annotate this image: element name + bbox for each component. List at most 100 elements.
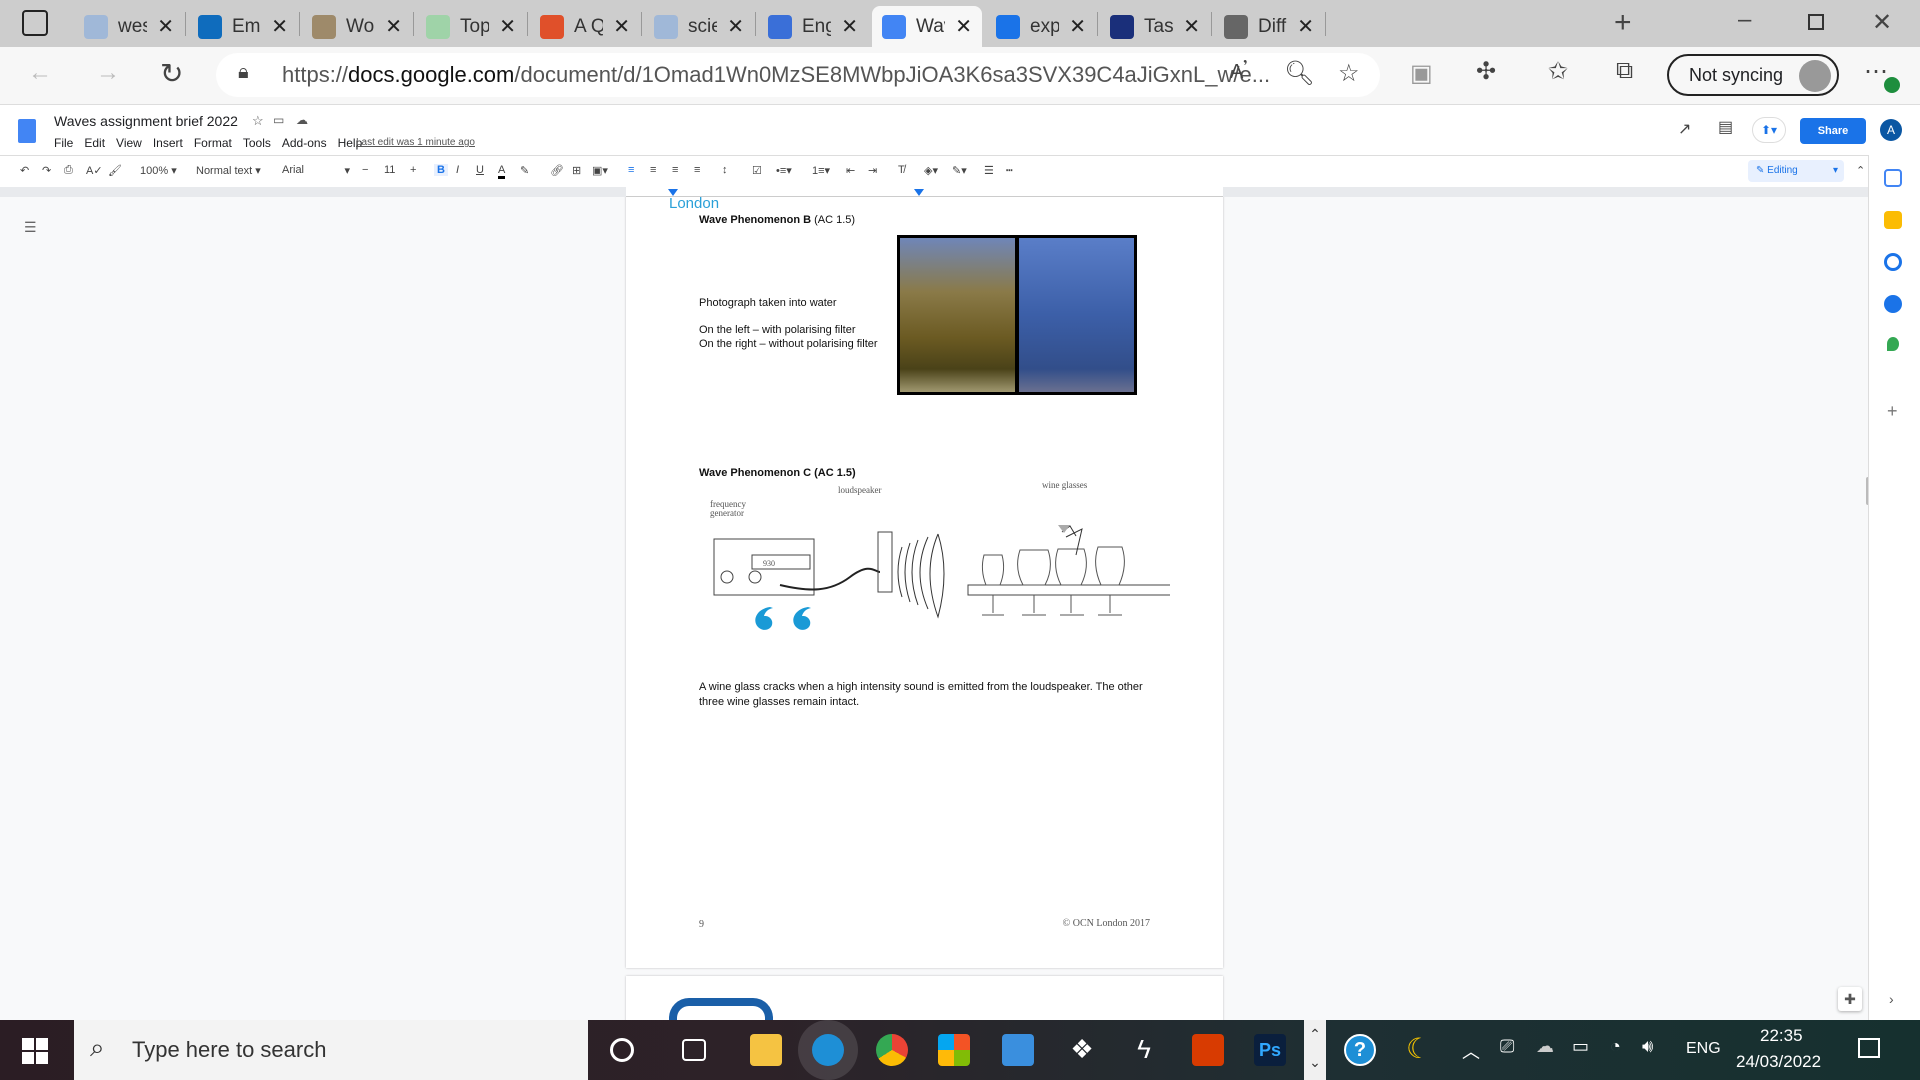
- camera-icon[interactable]: ⎚: [1500, 1036, 1514, 1057]
- help-icon[interactable]: ?: [1344, 1034, 1376, 1066]
- clear-format-icon[interactable]: T̸: [898, 164, 905, 176]
- tab-close-icon[interactable]: ✕: [955, 14, 972, 39]
- present-button[interactable]: ⬆▾: [1752, 117, 1786, 143]
- zoom-select[interactable]: 100% ▾: [140, 164, 177, 177]
- tab-word[interactable]: Word ✕: [302, 6, 412, 47]
- text-color-icon[interactable]: A: [498, 164, 506, 179]
- tab-top-l[interactable]: Top-l ✕: [416, 6, 526, 47]
- taskbar-scroll-buttons[interactable]: ⌃ ⌄: [1304, 1020, 1326, 1080]
- font-size-increase[interactable]: +: [410, 164, 416, 176]
- menu-format[interactable]: Format: [194, 136, 232, 150]
- menu-tools[interactable]: Tools: [243, 136, 271, 150]
- refresh-icon[interactable]: ↻: [160, 57, 183, 90]
- menu-add-ons[interactable]: Add-ons: [282, 136, 327, 150]
- mail-icon[interactable]: [1002, 1034, 1034, 1066]
- start-button[interactable]: [22, 1038, 48, 1064]
- tab-close-icon[interactable]: ✕: [1297, 14, 1314, 39]
- close-window-button[interactable]: ✕: [1872, 8, 1892, 37]
- font-size-decrease[interactable]: −: [362, 164, 368, 176]
- tab-close-icon[interactable]: ✕: [385, 14, 402, 39]
- hide-panel-icon[interactable]: ›: [1889, 991, 1894, 1007]
- tab-close-icon[interactable]: ✕: [841, 14, 858, 39]
- increase-indent-icon[interactable]: ⇥: [868, 164, 877, 177]
- tab-actions-icon[interactable]: [22, 10, 48, 36]
- restore-button[interactable]: [1808, 14, 1824, 30]
- volume-icon[interactable]: 🔊︎: [1642, 1036, 1653, 1057]
- chrome-icon[interactable]: [876, 1034, 908, 1066]
- cortana-icon[interactable]: [610, 1038, 634, 1062]
- activity-icon[interactable]: ↗: [1678, 119, 1691, 139]
- maps-icon[interactable]: [1887, 337, 1899, 351]
- new-tab-button[interactable]: +: [1614, 6, 1632, 40]
- tasks-icon[interactable]: [1884, 253, 1902, 271]
- align-left-icon[interactable]: ≡: [628, 164, 634, 176]
- right-indent-marker-icon[interactable]: [914, 189, 924, 196]
- collections-icon[interactable]: ▣: [1410, 59, 1433, 88]
- explore-button[interactable]: ✚: [1838, 987, 1862, 1011]
- contacts-icon[interactable]: [1884, 295, 1902, 313]
- menu-edit[interactable]: Edit: [84, 136, 105, 150]
- doc-title[interactable]: Waves assignment brief 2022: [54, 113, 238, 129]
- collections-add-icon[interactable]: ⧉: [1616, 57, 1633, 85]
- tab-task[interactable]: Task ✕: [1100, 6, 1210, 47]
- comment-icon[interactable]: ⊞: [572, 164, 581, 177]
- task-view-icon[interactable]: [682, 1039, 706, 1061]
- border-width-icon[interactable]: ☰: [984, 164, 994, 177]
- taskbar-search-input[interactable]: ⌕ Type here to search: [74, 1020, 588, 1080]
- polarising-photo[interactable]: [897, 235, 1137, 395]
- tab-email[interactable]: Email ✕: [188, 6, 298, 47]
- align-center-icon[interactable]: ≡: [650, 164, 656, 176]
- tab-westl[interactable]: westl ✕: [74, 6, 184, 47]
- clock-date[interactable]: 24/03/2022: [1736, 1052, 1821, 1072]
- menu-view[interactable]: View: [116, 136, 142, 150]
- onedrive-icon[interactable]: ☁: [1536, 1036, 1554, 1057]
- font-select[interactable]: Arial ▾: [282, 164, 350, 177]
- tab-close-icon[interactable]: ✕: [727, 14, 744, 39]
- decrease-indent-icon[interactable]: ⇤: [846, 164, 855, 177]
- menu-file[interactable]: File: [54, 136, 73, 150]
- align-right-icon[interactable]: ≡: [672, 164, 678, 176]
- fill-color-icon[interactable]: ◈▾: [924, 164, 938, 177]
- forward-icon[interactable]: →: [96, 59, 120, 87]
- favorite-icon[interactable]: ☆: [1338, 59, 1360, 88]
- last-edit-link[interactable]: Last edit was 1 minute ago: [356, 137, 475, 148]
- star-icon[interactable]: ☆: [252, 113, 264, 129]
- tab-close-icon[interactable]: ✕: [271, 14, 288, 39]
- image-icon[interactable]: ▣▾: [592, 164, 608, 177]
- border-color-icon[interactable]: ✎▾: [952, 164, 967, 177]
- tab-close-icon[interactable]: ✕: [157, 14, 174, 39]
- file-explorer-icon[interactable]: [750, 1034, 782, 1066]
- move-icon[interactable]: ▭: [273, 113, 284, 127]
- tab-wave[interactable]: Wave ✕: [872, 6, 982, 47]
- notifications-icon[interactable]: [1858, 1038, 1880, 1058]
- undo-icon[interactable]: ↶: [20, 164, 29, 177]
- store-icon[interactable]: [938, 1034, 970, 1066]
- style-select[interactable]: Normal text ▾: [196, 164, 261, 177]
- collapse-menu-icon[interactable]: ⌃: [1856, 164, 1865, 177]
- italic-icon[interactable]: I: [456, 164, 459, 176]
- language-indicator[interactable]: ENG: [1686, 1040, 1721, 1058]
- url-field[interactable]: 🔒︎ https://docs.google.com/document/d/1O…: [216, 53, 1380, 97]
- tab-close-icon[interactable]: ✕: [499, 14, 516, 39]
- line-spacing-icon[interactable]: ↕: [722, 164, 728, 176]
- next-document-page[interactable]: [626, 976, 1223, 1020]
- editing-mode-select[interactable]: ✎ Editing ▾: [1748, 160, 1844, 182]
- cloud-status-icon[interactable]: ☁: [296, 113, 308, 127]
- border-dash-icon[interactable]: ┅: [1006, 164, 1013, 177]
- tab-scien[interactable]: scien ✕: [644, 6, 754, 47]
- office-icon[interactable]: [1192, 1034, 1224, 1066]
- photoshop-icon[interactable]: Ps: [1254, 1034, 1286, 1066]
- night-light-icon[interactable]: ☾: [1406, 1032, 1431, 1065]
- tab-close-icon[interactable]: ✕: [1183, 14, 1200, 39]
- app-icon[interactable]: ϟ: [1128, 1034, 1160, 1066]
- checklist-icon[interactable]: ☑: [752, 164, 762, 177]
- show-hidden-icons[interactable]: ︿: [1462, 1038, 1480, 1064]
- calendar-icon[interactable]: [1884, 169, 1902, 187]
- share-button[interactable]: Share: [1800, 118, 1866, 144]
- document-page[interactable]: London Wave Phenomenon B (AC 1.5) Photog…: [626, 197, 1223, 968]
- dropbox-icon[interactable]: ❖: [1066, 1034, 1098, 1066]
- underline-icon[interactable]: U: [476, 164, 484, 176]
- battery-icon[interactable]: ▭: [1572, 1036, 1589, 1057]
- link-icon[interactable]: 🔗︎: [550, 164, 564, 177]
- keep-icon[interactable]: [1884, 211, 1902, 229]
